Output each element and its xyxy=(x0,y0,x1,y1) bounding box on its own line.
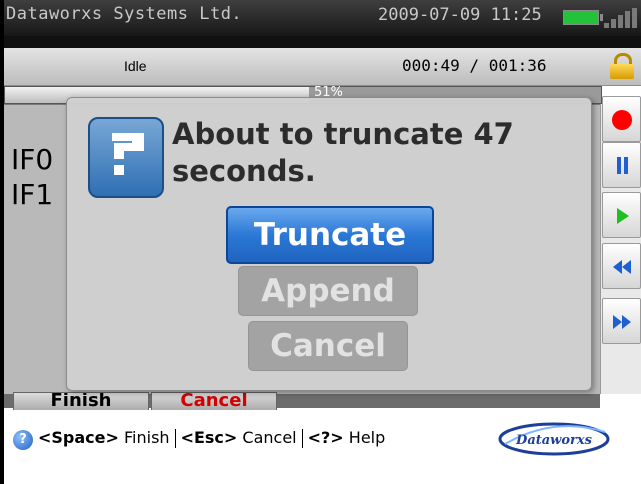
date-time: 2009-07-09 11:25 xyxy=(378,5,542,25)
signal-icon xyxy=(604,8,638,28)
space-key: <Space> xyxy=(38,428,119,447)
fast-forward-icon xyxy=(613,315,631,329)
pause-button[interactable] xyxy=(602,142,641,188)
cancel-button[interactable]: Cancel xyxy=(248,321,408,371)
battery-icon xyxy=(563,10,603,25)
recorder-state: Idle xyxy=(124,58,147,74)
truncate-button[interactable]: Truncate xyxy=(226,206,434,264)
lock-icon[interactable] xyxy=(610,53,634,79)
dialog-message: About to truncate 47 seconds. xyxy=(172,117,514,188)
cancel-tab[interactable]: Cancel xyxy=(151,392,277,412)
esc-action: Cancel xyxy=(237,428,297,447)
separator xyxy=(174,429,176,448)
company-name: Dataworxs Systems Ltd. xyxy=(6,4,243,24)
help-icon[interactable]: ? xyxy=(13,430,33,450)
rewind-button[interactable] xyxy=(602,243,641,289)
recorder-status-row: Idle 000:49 / 001:36 xyxy=(4,48,641,86)
pause-icon xyxy=(617,157,628,174)
help-text: <Space> Finish <Esc> Cancel <?> Help xyxy=(38,428,385,448)
question-icon xyxy=(88,117,164,198)
header-divider xyxy=(4,36,641,48)
append-button[interactable]: Append xyxy=(238,266,418,316)
fast-forward-button[interactable] xyxy=(602,298,641,344)
play-button[interactable] xyxy=(602,192,641,238)
play-icon xyxy=(617,208,629,224)
rewind-icon xyxy=(613,260,631,274)
record-button[interactable] xyxy=(602,96,641,142)
svg-text:Dataworxs: Dataworxs xyxy=(515,433,593,448)
space-action: Finish xyxy=(118,428,170,447)
separator xyxy=(301,429,303,448)
channel-label-if1: IF1 xyxy=(11,178,54,211)
help-key: <?> xyxy=(307,428,344,447)
channel-label-if0: IF0 xyxy=(11,143,54,176)
esc-key: <Esc> xyxy=(180,428,238,447)
dataworxs-logo: Dataworxs xyxy=(498,422,610,456)
top-status-bar: Dataworxs Systems Ltd. 2009-07-09 11:25 xyxy=(4,0,641,36)
record-icon xyxy=(612,110,632,130)
help-action: Help xyxy=(343,428,386,447)
time-counter: 000:49 / 001:36 xyxy=(402,56,547,75)
finish-tab[interactable]: Finish xyxy=(13,392,149,412)
